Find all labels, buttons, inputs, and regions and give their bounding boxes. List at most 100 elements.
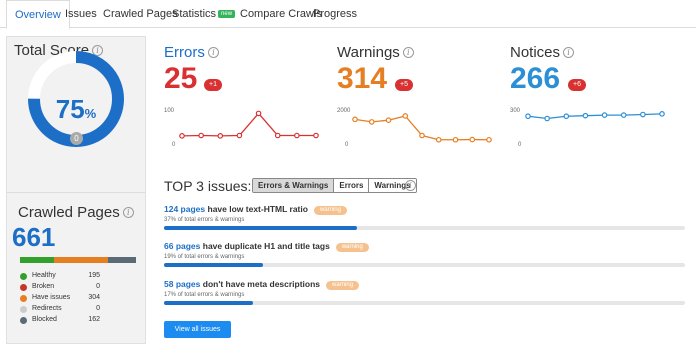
legend-label: Redirects (32, 305, 62, 312)
issue-bar (164, 301, 685, 305)
data-point (486, 136, 492, 143)
legend-dot (20, 295, 27, 302)
issue-item: 66 pages have duplicate H1 and title tag… (164, 240, 685, 267)
series-line (181, 112, 316, 137)
issue-text: have low text-HTML ratio (207, 204, 308, 214)
issue-share: 37% of total errors & warnings (164, 217, 245, 223)
info-icon[interactable]: i (405, 180, 416, 191)
warnings-value[interactable]: 314 (337, 62, 387, 96)
legend-label: Healthy (32, 272, 56, 279)
legend-label: Blocked (32, 316, 57, 323)
errors-value[interactable]: 25 (164, 62, 197, 96)
y-tick-label: 0 (172, 142, 176, 148)
y-tick-label: 300 (510, 108, 521, 114)
total-score-value: 75% (27, 94, 125, 125)
legend-dot (20, 317, 27, 324)
tab-label: Statistics (172, 8, 217, 20)
warnings-change-badge: +5 (395, 79, 413, 91)
errors-chart: 100 0 (164, 108, 319, 148)
crawled-pages-legend: Healthy 195 Broken 0 Have issues 304 Redirects… (20, 271, 100, 326)
issue-share: 19% of total errors & warnings (164, 254, 245, 260)
info-icon[interactable]: i (207, 47, 219, 58)
data-point (582, 112, 589, 119)
data-point (620, 112, 627, 118)
data-point (313, 132, 319, 139)
top-issues-title: TOP 3 issues: (164, 178, 252, 194)
data-point (385, 117, 392, 124)
bar-segment (107, 257, 136, 263)
issue-text: have duplicate H1 and title tags (202, 241, 330, 251)
data-point (640, 111, 646, 118)
legend-label: Broken (32, 283, 55, 290)
tab-label: Crawled Pages (103, 8, 178, 20)
issue-item: 124 pages have low text-HTML ratio warnin… (164, 203, 685, 230)
y-tick-label: 0 (345, 142, 349, 148)
issue-pages-link[interactable]: 66 pages (164, 241, 200, 251)
crawled-pages-value[interactable]: 661 (12, 222, 55, 253)
data-point (435, 136, 442, 143)
crawled-pages-bar (20, 257, 136, 263)
tab-progress[interactable]: Progress (313, 0, 357, 28)
issue-text: don't have meta descriptions (202, 279, 321, 289)
warnings-chart: 2000 0 (337, 108, 492, 148)
data-point (236, 132, 243, 139)
issue-filter: Errors & Warnings Errors Warnings (252, 178, 417, 193)
warning-badge: warning (326, 281, 360, 290)
legend-value: 0 (96, 283, 100, 290)
legend-item[interactable]: Healthy 195 (20, 271, 100, 282)
legend-item[interactable]: Have issues 304 (20, 293, 100, 304)
issue-bar-fill (164, 226, 357, 230)
data-point (217, 133, 224, 139)
issue-pages-link[interactable]: 58 pages (164, 279, 200, 289)
notices-chart: 300 0 (510, 108, 665, 148)
legend-item[interactable]: Redirects 0 (20, 304, 100, 315)
issue-pages-link[interactable]: 124 pages (164, 204, 205, 214)
tab-statistics[interactable]: Statistics new (172, 0, 236, 28)
data-point (452, 136, 459, 143)
tab-compare-crawls[interactable]: Compare Crawls (240, 0, 322, 28)
legend-item[interactable]: Broken 0 (20, 282, 100, 293)
data-point (544, 115, 550, 122)
issue-bar (164, 263, 685, 267)
y-tick-label: 100 (164, 108, 175, 114)
info-icon[interactable]: i (402, 47, 414, 58)
notices-label: Notices (510, 44, 561, 61)
warnings-title[interactable]: Warnings i (337, 44, 414, 61)
view-all-issues-button[interactable]: View all issues (164, 321, 231, 338)
info-icon[interactable]: i (122, 207, 134, 218)
issue-bar-fill (164, 263, 263, 267)
score-number: 75 (55, 94, 85, 124)
data-point (198, 132, 204, 139)
data-point (255, 110, 262, 117)
data-point (274, 132, 281, 139)
issue-item: 58 pages don't have meta descriptions war… (164, 278, 685, 305)
data-point (402, 113, 409, 119)
y-tick-label: 2000 (337, 108, 351, 114)
data-point (563, 113, 570, 120)
warning-badge: warning (335, 243, 369, 252)
crawled-pages-title: Crawled Pages i (18, 204, 134, 221)
legend-value: 304 (88, 294, 100, 301)
legend-item[interactable]: Blocked 162 (20, 315, 100, 326)
tab-label: Compare Crawls (240, 8, 322, 20)
tab-bar: Overview Issues Crawled Pages Statistics… (0, 0, 696, 29)
tab-issues[interactable]: Issues (65, 0, 97, 28)
crawled-pages-label: Crawled Pages (18, 204, 120, 221)
data-point (179, 133, 185, 139)
divider (6, 192, 146, 193)
filter-errors-warnings[interactable]: Errors & Warnings (253, 179, 334, 192)
data-point (525, 113, 531, 120)
data-point (352, 116, 358, 123)
filter-errors[interactable]: Errors (333, 179, 369, 192)
legend-value: 162 (88, 316, 100, 323)
legend-label: Have issues (32, 294, 71, 301)
tab-overview[interactable]: Overview (6, 0, 70, 29)
notices-title[interactable]: Notices i (510, 44, 575, 61)
tab-crawled-pages[interactable]: Crawled Pages (103, 0, 178, 28)
issue-bar-fill (164, 301, 253, 305)
legend-value: 195 (88, 272, 100, 279)
notices-value[interactable]: 266 (510, 62, 560, 96)
info-icon[interactable]: i (563, 47, 575, 58)
errors-title[interactable]: Errors i (164, 44, 219, 61)
warnings-label: Warnings (337, 44, 400, 61)
